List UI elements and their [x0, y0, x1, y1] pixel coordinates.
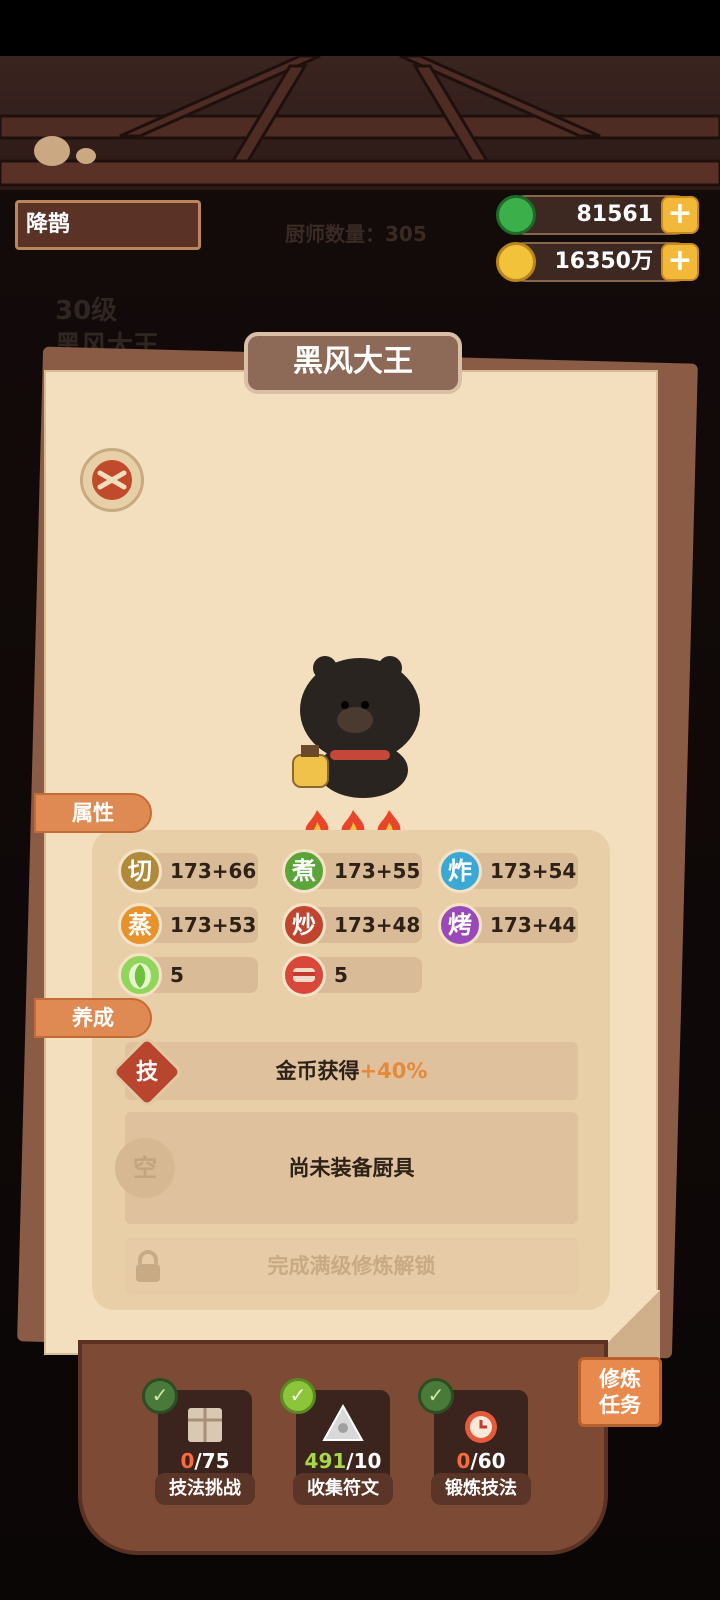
task-progress-total: /60 [470, 1449, 506, 1473]
locked-feature-row: 完成满级修炼解锁 [125, 1237, 578, 1295]
rafters-decoration [0, 54, 720, 187]
chef-character-image [285, 650, 435, 800]
stat-value: 173+44 [490, 913, 577, 937]
stat-value: 173+53 [170, 913, 257, 937]
training-task-label: 修炼 任务 [599, 1367, 641, 1417]
player-name: 降鹊 [26, 212, 71, 237]
empty-equipment-slot-icon: 空 [115, 1138, 175, 1198]
boil-skill-icon: 煮 [282, 849, 326, 893]
task-progress-done: 491 [304, 1449, 347, 1473]
training-task-button[interactable]: 修炼 任务 [578, 1357, 662, 1427]
equipment-slot-row[interactable]: 尚未装备厨具 [125, 1112, 578, 1224]
ingredient-value: 5 [170, 963, 184, 987]
checkmark-icon: ✓ [280, 1378, 316, 1414]
add-coin-button[interactable]: + [661, 243, 699, 281]
jade-amount: 81561 [576, 202, 653, 227]
coin-icon [496, 242, 536, 282]
coin-amount: 16350万 [554, 249, 653, 274]
task-label: 技法挑战 [155, 1473, 255, 1505]
cut-skill-icon: 切 [118, 849, 162, 893]
skill-icon-label: 技 [135, 1060, 158, 1085]
stat-value: 173+48 [334, 913, 421, 937]
skill-bonus-value: +40% [359, 1059, 428, 1083]
status-bar-area [0, 0, 720, 56]
checkmark-icon: ✓ [418, 1378, 454, 1414]
task-progress-total: /75 [194, 1449, 230, 1473]
skill-bonus-row[interactable]: 金币获得+40% [125, 1042, 578, 1100]
locked-feature-text: 完成满级修炼解锁 [267, 1254, 436, 1278]
cultivation-section-tag: 养成 [34, 998, 152, 1038]
stat-value: 173+66 [170, 859, 257, 883]
stat-value: 173+54 [490, 859, 577, 883]
jade-icon [496, 195, 536, 235]
add-jade-button[interactable]: + [661, 196, 699, 234]
roast-skill-icon: 烤 [438, 903, 482, 947]
alarm-clock-icon [465, 1411, 497, 1443]
checkmark-icon: ✓ [142, 1378, 178, 1414]
ingredient-value: 5 [334, 963, 348, 987]
chef-count-text: 厨师数量：305 [285, 222, 427, 246]
task-label: 收集符文 [293, 1473, 393, 1505]
equipment-empty-text: 尚未装备厨具 [288, 1156, 415, 1180]
background-level-text: 30级 [55, 296, 118, 326]
task-progress-done: 0 [456, 1449, 471, 1473]
attributes-section-tag: 属性 [34, 793, 152, 833]
crate-icon [188, 1408, 222, 1442]
deep-fry-skill-icon: 炸 [438, 849, 482, 893]
chef-name: 黑风大王 [293, 344, 413, 379]
stat-value: 173+55 [334, 859, 421, 883]
chef-name-plate: 黑风大王 [244, 332, 462, 394]
skill-bonus-text: 金币获得 [275, 1059, 360, 1083]
task-progress-done: 0 [180, 1449, 195, 1473]
task-label: 锻炼技法 [431, 1473, 531, 1505]
cabbage-icon [118, 953, 162, 997]
wooden-beam-background [0, 54, 720, 190]
chef-rank-badge-icon[interactable] [80, 448, 144, 512]
stir-fry-skill-icon: 炒 [282, 903, 326, 947]
meat-icon [282, 953, 326, 997]
steam-skill-icon: 蒸 [118, 903, 162, 947]
lock-icon [132, 1250, 164, 1288]
rune-stone-icon [322, 1403, 364, 1441]
task-progress-total: /10 [346, 1449, 382, 1473]
player-name-box[interactable]: 降鹊 [15, 200, 201, 250]
